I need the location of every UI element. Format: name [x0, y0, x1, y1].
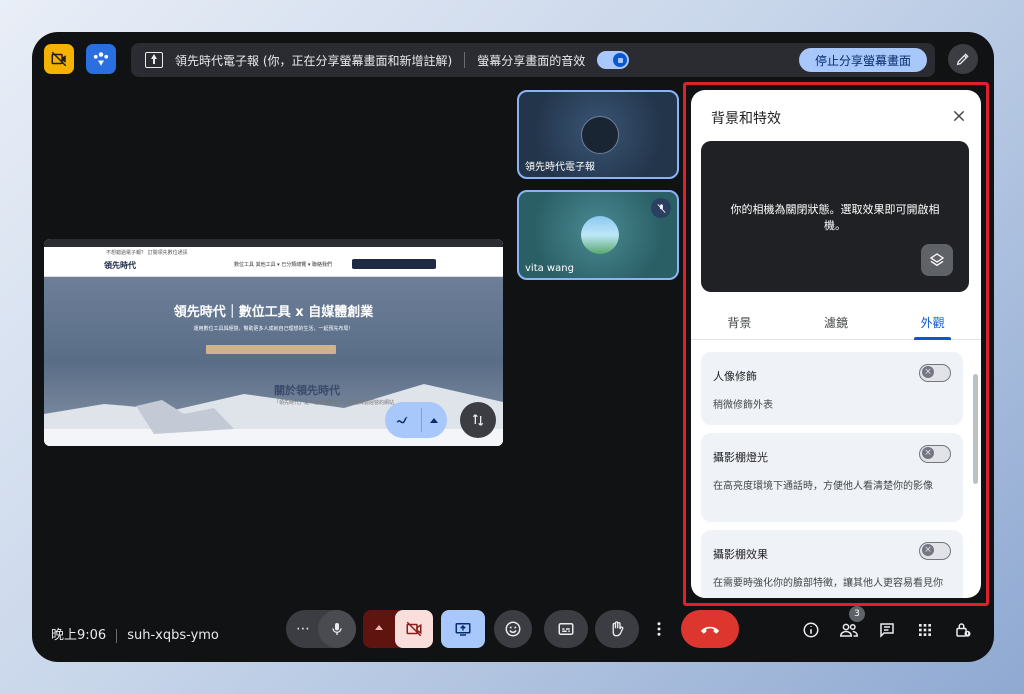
sharing-banner-text: 領先時代電子報 (你，正在分享螢幕畫面和新增註解): [175, 53, 453, 68]
chat-icon[interactable]: [875, 618, 899, 642]
website-nav: 不想錯過電子報？ 訂閱領先數位通訊 領先時代 數位工具 其他工具 ▾ 已分類總覽…: [44, 247, 503, 277]
captions-button[interactable]: [544, 610, 588, 648]
more-vert-icon: [657, 622, 661, 636]
website-top-link: 不想錯過電子報？ 訂閱領先數位通訊: [106, 250, 188, 256]
info-divider: [116, 628, 118, 643]
camera-off-message: 你的相機為關閉狀態。選取效果即可開啟相機。: [730, 203, 940, 232]
website-about-subtitle: 「領先時代」是一個分享數位工具與自媒體經營的網站: [274, 400, 395, 406]
tab-background[interactable]: 背景: [691, 306, 788, 339]
website-logo: 領先時代: [104, 261, 136, 270]
bottom-bar: 晚上9:06 suh-xqbs-ymo ⋯ 3: [32, 606, 994, 656]
camera-off-icon[interactable]: [44, 44, 74, 74]
participant-name: 領先時代電子報: [525, 162, 595, 173]
tab-filters[interactable]: 濾鏡: [788, 306, 885, 339]
touch-up-card: 人像修飾 稍微修飾外表: [701, 352, 963, 425]
card-title: 攝影棚效果: [713, 548, 768, 561]
camera-group[interactable]: [363, 610, 433, 648]
present-button[interactable]: [441, 610, 485, 648]
camera-preview: 你的相機為關閉狀態。選取效果即可開啟相機。: [701, 141, 969, 292]
mic-off-icon: [651, 198, 671, 218]
studio-lighting-toggle[interactable]: [919, 445, 951, 463]
website-hero-subtitle: 運用數位工具與經營，幫助更多人成就自己理想的生活，一起預先布局！: [193, 326, 354, 332]
annotation-toolbar-button[interactable]: [385, 402, 447, 438]
pen-icon[interactable]: [948, 44, 978, 74]
host-controls-lock-icon[interactable]: [951, 618, 975, 642]
studio-lighting-card: 攝影棚燈光 在高亮度環境下通話時，方便他人看清楚你的影像: [701, 433, 963, 522]
end-call-button[interactable]: [681, 610, 739, 648]
share-audio-label: 螢幕分享畫面的音效: [477, 53, 586, 68]
activities-icon[interactable]: [913, 618, 937, 642]
avatar: [581, 216, 619, 254]
card-title: 攝影棚燈光: [713, 451, 768, 464]
touch-up-toggle[interactable]: [919, 364, 951, 382]
toggle-knob: [613, 53, 628, 67]
more-options-button[interactable]: [647, 610, 671, 648]
sharing-banner: 領先時代電子報 (你，正在分享螢幕畫面和新增註解) 螢幕分享畫面的音效 停止分享…: [131, 43, 935, 77]
people-count-badge: 3: [849, 606, 865, 622]
card-title: 人像修飾: [713, 370, 757, 383]
effects-tabs: 背景 濾鏡 外觀: [691, 306, 981, 340]
emoji-icon: [505, 621, 521, 637]
swap-arrows-icon: [472, 414, 484, 426]
participant-name: vita wang: [525, 263, 574, 274]
banner-divider: [464, 52, 466, 68]
chevron-up-icon[interactable]: [375, 625, 383, 630]
reactions-button[interactable]: [494, 610, 532, 648]
meeting-code: suh-xqbs-ymo: [127, 628, 219, 643]
browser-tab-bar: [44, 239, 503, 247]
website-menu: 數位工具 其他工具 ▾ 已分類總覽 ▾ 聯絡我們: [234, 262, 332, 268]
effects-panel: 背景和特效 你的相機為關閉狀態。選取效果即可開啟相機。 背景 濾鏡 外觀 人像修…: [691, 90, 981, 598]
participant-tile[interactable]: 領先時代電子報: [517, 90, 679, 179]
meet-window: 領先時代電子報 (你，正在分享螢幕畫面和新增註解) 螢幕分享畫面的音效 停止分享…: [32, 32, 994, 662]
annotate-icon: [396, 416, 408, 424]
avatar: [581, 116, 619, 154]
present-icon: [145, 52, 163, 68]
website-hero-title: 領先時代｜數位工具 x 自媒體創業: [173, 305, 374, 320]
share-audio-toggle[interactable]: [597, 51, 630, 69]
toggle-knob: [922, 447, 934, 460]
host-controls-icon[interactable]: [86, 44, 116, 74]
info-icon[interactable]: [799, 618, 823, 642]
participant-tile[interactable]: vita wang: [517, 190, 679, 280]
more-audio-options-icon[interactable]: ⋯: [296, 621, 311, 637]
phone-hangup-icon: [700, 626, 720, 634]
studio-look-toggle[interactable]: [919, 542, 951, 560]
raise-hand-button[interactable]: [595, 610, 639, 648]
audio-settings-group[interactable]: ⋯: [286, 610, 356, 648]
stop-sharing-button[interactable]: 停止分享螢幕畫面: [798, 48, 927, 72]
website-cta-button: [352, 259, 436, 269]
layers-icon[interactable]: [921, 244, 953, 276]
website-hero-button: [206, 345, 336, 354]
toolbar-divider: [421, 408, 422, 432]
tab-appearance[interactable]: 外觀: [884, 306, 981, 340]
appearance-options: 人像修飾 稍微修飾外表 攝影棚燈光 在高亮度環境下通話時，方便他人看清楚你的影像…: [701, 352, 963, 598]
close-icon[interactable]: [947, 104, 971, 128]
studio-look-card: 攝影棚效果 在需要時強化你的臉部特徵，讓其他人更容易看見你: [701, 530, 963, 598]
current-time: 晚上9:06: [51, 628, 107, 643]
captions-icon: [558, 623, 574, 635]
camera-button[interactable]: [395, 610, 433, 648]
mic-button[interactable]: [318, 610, 356, 648]
website-about-title: 關於領先時代: [274, 384, 340, 397]
card-description: 在高亮度環境下通話時，方便他人看清楚你的影像: [713, 481, 933, 492]
card-description: 在需要時強化你的臉部特徵，讓其他人更容易看見你: [713, 578, 943, 589]
meeting-info: 晚上9:06 suh-xqbs-ymo: [51, 624, 219, 643]
hand-icon: [612, 621, 624, 637]
swap-view-button[interactable]: [460, 402, 496, 438]
toggle-knob: [922, 544, 934, 557]
mic-icon: [332, 623, 342, 635]
panel-title: 背景和特效: [711, 111, 781, 127]
card-description: 稍微修飾外表: [713, 400, 773, 411]
camera-off-icon: [406, 621, 422, 637]
panel-scrollbar[interactable]: [973, 374, 978, 484]
chevron-up-icon[interactable]: [430, 417, 438, 423]
present-icon: [455, 623, 471, 636]
toggle-knob: [922, 366, 934, 379]
